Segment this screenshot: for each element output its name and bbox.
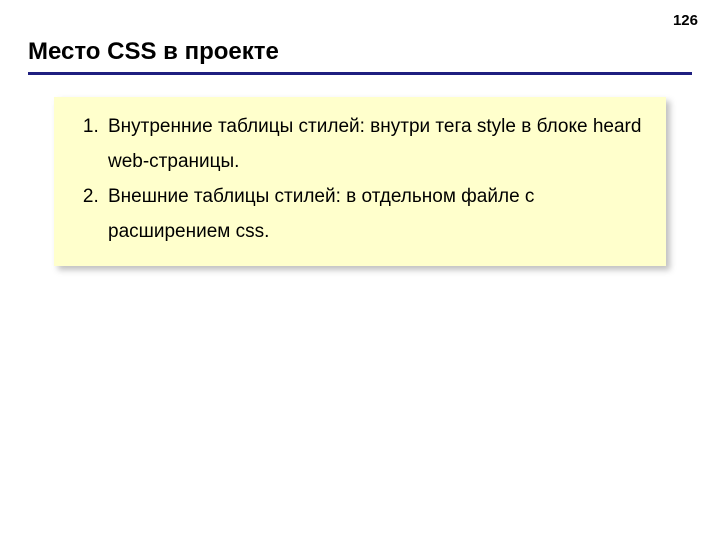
list-item: Внешние таблицы стилей: в отдельном файл… — [104, 179, 650, 249]
content-box: Внутренние таблицы стилей: внутри тега s… — [54, 97, 666, 266]
content-list: Внутренние таблицы стилей: внутри тега s… — [68, 109, 650, 250]
title-rule — [28, 72, 692, 75]
page-number: 126 — [673, 12, 698, 29]
slide: 126 Место CSS в проекте Внутренние табли… — [0, 0, 720, 540]
list-item: Внутренние таблицы стилей: внутри тега s… — [104, 109, 650, 179]
slide-title: Место CSS в проекте — [28, 38, 692, 66]
